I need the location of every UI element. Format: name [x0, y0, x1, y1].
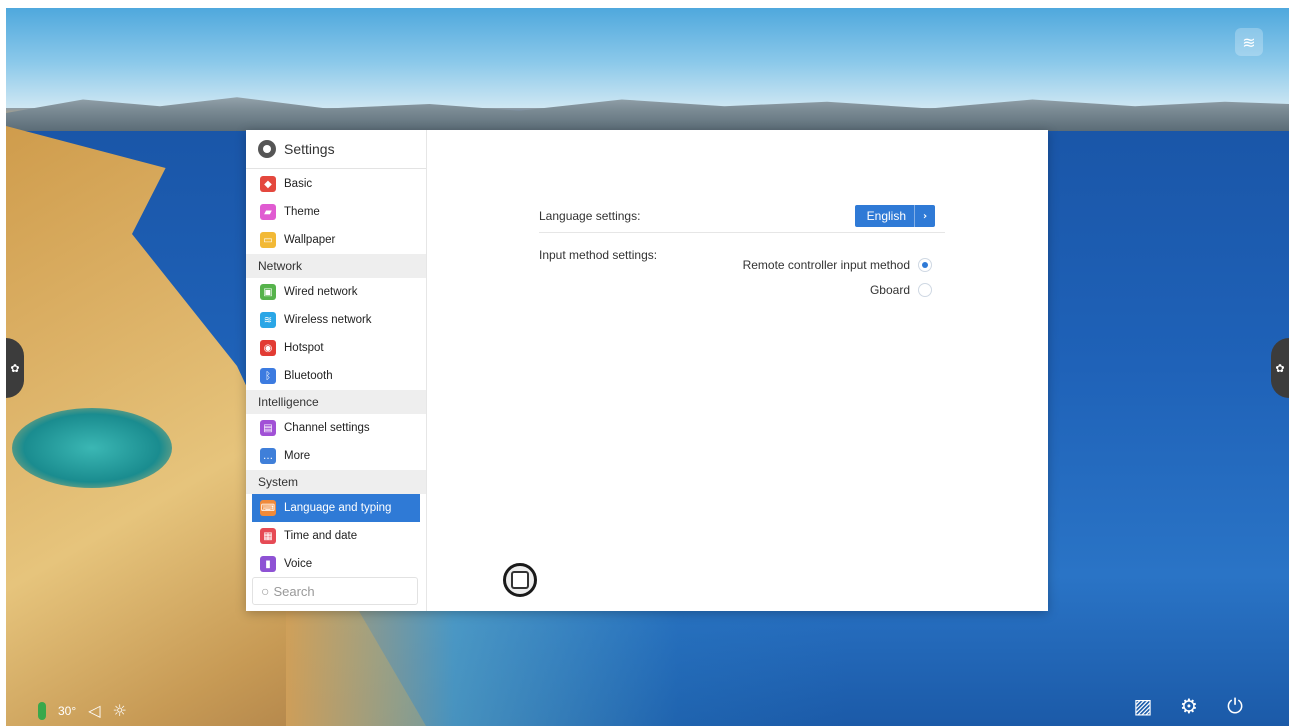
more-icon: …	[260, 448, 276, 464]
input-method-label: Input method settings:	[539, 248, 658, 262]
status-bar: 30° ◁ ☼	[38, 701, 127, 720]
language-settings-label: Language settings:	[539, 209, 641, 223]
temperature-value: 30°	[58, 703, 77, 718]
sidebar-item-language-and-typing[interactable]: ⌨ Language and typing	[252, 494, 420, 522]
sidebar-item-wireless-network[interactable]: ≋ Wireless network	[246, 306, 426, 334]
sidebar-item-label: Time and date	[284, 530, 358, 542]
sidebar-item-label: Wallpaper	[284, 234, 336, 246]
sidebar-item-voice[interactable]: ▮ Voice	[246, 550, 426, 573]
theme-icon: ▰	[260, 204, 276, 220]
right-edge-settings-tab[interactable]: ✿	[1271, 338, 1289, 398]
voice-icon: ▮	[260, 556, 276, 572]
gear-icon: ✿	[10, 361, 20, 375]
sidebar-item-time-and-date[interactable]: ▦ Time and date	[246, 522, 426, 550]
sidebar-item-label: Bluetooth	[284, 370, 333, 382]
volume-icon[interactable]: ◁	[88, 701, 100, 720]
settings-window: Settings ◆ Basic ▰ Theme ▭ Wallpaper Network ▣ W…	[246, 130, 1048, 611]
left-edge-settings-tab[interactable]: ✿	[6, 338, 24, 398]
sidebar-item-label: Theme	[284, 206, 320, 218]
settings-icon[interactable]: ⚙	[1177, 694, 1201, 718]
search-placeholder: Search	[273, 583, 315, 599]
language-icon: ⌨	[260, 500, 276, 516]
channel-settings-icon: ▤	[260, 420, 276, 436]
language-select-button[interactable]: English ›	[854, 205, 935, 227]
wifi-icon: ≋	[260, 312, 276, 328]
sidebar-item-wired-network[interactable]: ▣ Wired network	[246, 278, 426, 306]
language-value: English	[866, 209, 906, 223]
floating-home-button[interactable]	[503, 563, 537, 597]
chevron-right-icon: ›	[914, 205, 935, 227]
language-settings-row: Language settings: English ›	[539, 200, 945, 233]
home-square-icon	[511, 571, 529, 589]
sidebar-item-label: Hotspot	[284, 342, 324, 354]
wallpaper-icon: ▭	[260, 232, 276, 248]
search-input[interactable]: ○ Search	[252, 577, 418, 605]
input-option-label: Gboard	[869, 283, 910, 297]
basic-icon: ◆	[260, 176, 276, 192]
shore	[286, 608, 846, 726]
input-option-remote[interactable]: Remote controller input method	[743, 256, 932, 274]
sidebar-item-label: Voice	[284, 558, 313, 570]
settings-content: Language settings: English › Input metho…	[427, 130, 1048, 611]
sidebar-item-label: Basic	[284, 178, 313, 190]
sidebar-section-system: System	[246, 470, 426, 494]
input-option-gboard[interactable]: Gboard	[870, 281, 932, 299]
sidebar-item-label: Language and typing	[284, 502, 392, 514]
calendar-icon: ▦	[260, 528, 276, 544]
sidebar-item-more[interactable]: … More	[246, 442, 426, 470]
sidebar-item-label: Channel settings	[284, 422, 370, 434]
sidebar-section-network: Network	[246, 254, 426, 278]
bottom-right-toolbar: ▨ ⚙ ⏻	[1131, 694, 1247, 718]
thermometer-icon	[38, 701, 46, 720]
sidebar-item-basic[interactable]: ◆ Basic	[246, 170, 426, 198]
gallery-icon[interactable]: ▨	[1131, 694, 1155, 718]
hotspot-icon: ◉	[260, 340, 276, 356]
wifi-status-icon[interactable]: ≋	[1235, 28, 1263, 56]
brightness-icon[interactable]: ☼	[112, 701, 126, 720]
power-icon[interactable]: ⏻	[1223, 694, 1247, 718]
radio-unselected[interactable]	[918, 283, 932, 297]
sidebar-section-intelligence: Intelligence	[246, 390, 426, 414]
radio-selected[interactable]	[918, 258, 932, 272]
sidebar-item-label: Wired network	[284, 286, 358, 298]
sidebar-header: Settings	[246, 130, 426, 169]
sidebar-item-hotspot[interactable]: ◉ Hotspot	[246, 334, 426, 362]
bluetooth-icon: ᛒ	[260, 368, 276, 384]
gear-icon: ✿	[1275, 361, 1285, 375]
settings-title: Settings	[284, 141, 335, 157]
pond	[12, 408, 172, 488]
sidebar-item-theme[interactable]: ▰ Theme	[246, 198, 426, 226]
settings-gear-icon	[258, 140, 276, 158]
sky	[6, 8, 1289, 108]
wired-network-icon: ▣	[260, 284, 276, 300]
sidebar-item-label: Wireless network	[284, 314, 372, 326]
sidebar-item-channel-settings[interactable]: ▤ Channel settings	[246, 414, 426, 442]
sidebar-item-wallpaper[interactable]: ▭ Wallpaper	[246, 226, 426, 254]
search-icon: ○	[261, 583, 270, 599]
settings-sidebar: Settings ◆ Basic ▰ Theme ▭ Wallpaper Network ▣ W…	[246, 130, 427, 611]
settings-menu: ◆ Basic ▰ Theme ▭ Wallpaper Network ▣ Wired netw…	[246, 170, 426, 573]
sidebar-item-label: More	[284, 450, 311, 462]
input-option-label: Remote controller input method	[742, 258, 910, 272]
sidebar-item-bluetooth[interactable]: ᛒ Bluetooth	[246, 362, 426, 390]
